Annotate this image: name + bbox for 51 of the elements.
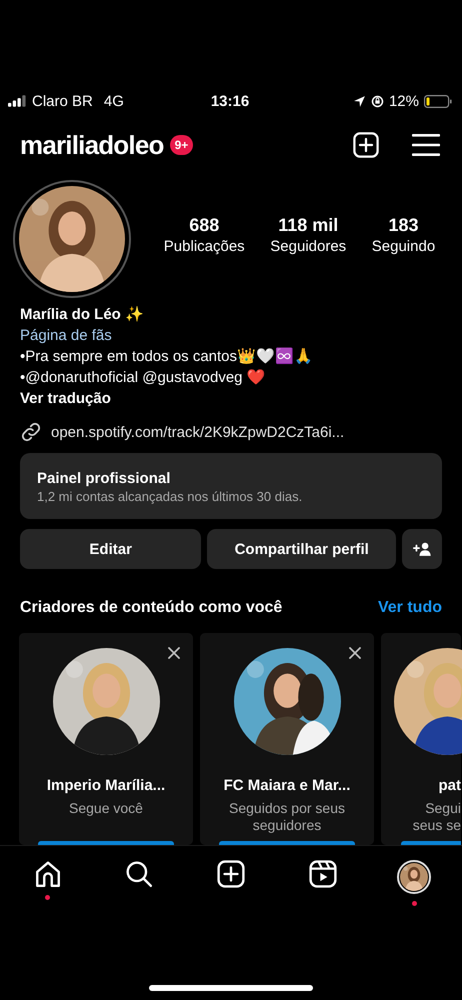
stat-count: 688	[189, 215, 220, 236]
dashboard-subtitle: 1,2 mi contas alcançadas nos últimos 30 dias.	[37, 489, 304, 504]
add-person-button[interactable]	[402, 529, 442, 569]
suggestion-card[interactable]: pat Segui seus se	[381, 633, 461, 845]
notification-badge: 9+	[170, 135, 194, 155]
account-name: Imperio Marília...	[46, 777, 166, 794]
close-icon[interactable]	[349, 647, 361, 659]
see-all-link[interactable]: Ver tudo	[378, 599, 442, 617]
add-icon[interactable]	[216, 860, 245, 888]
profile-tab[interactable]	[397, 860, 432, 894]
stat-label: Seguindo	[372, 238, 436, 255]
account-name: pat	[438, 777, 461, 794]
account-note: Segue você	[69, 800, 143, 818]
dashboard-title: Painel profissional	[37, 470, 172, 487]
status-time: 13:16	[210, 92, 250, 110]
translate-link[interactable]: Ver tradução	[20, 388, 442, 409]
reels-icon[interactable]	[308, 860, 337, 888]
account-note: Segui seus se	[412, 800, 461, 835]
link-icon	[20, 421, 42, 443]
profile-link[interactable]: open.spotify.com/track/2K9kZpwD2CzTa6i...	[51, 422, 344, 442]
share-profile-button[interactable]: Compartilhar perfil	[207, 529, 396, 569]
search-icon[interactable]	[125, 860, 154, 888]
location-icon	[352, 94, 366, 108]
profile-avatar[interactable]	[13, 180, 131, 298]
stat-label: Seguidores	[270, 238, 346, 255]
stat-count: 183	[388, 215, 418, 236]
stat-count: 118 mil	[278, 215, 338, 236]
carrier-name: Claro BR	[32, 92, 93, 110]
profile-name: Marília do Léo ✨	[20, 305, 146, 325]
section-title: Criadores de conteúdo como você	[20, 599, 282, 617]
menu-icon[interactable]	[412, 132, 440, 158]
network-type: 4G	[104, 92, 124, 110]
rotation-lock-icon	[370, 94, 384, 108]
close-icon[interactable]	[168, 647, 180, 659]
username[interactable]: mariliadoleo	[20, 130, 164, 160]
home-icon[interactable]	[34, 860, 62, 888]
battery-icon	[424, 94, 452, 108]
profile-category: Página de fãs	[20, 326, 113, 346]
add-person-icon	[412, 542, 432, 556]
battery-percent: 12%	[388, 92, 419, 110]
stat-label: Publicações	[164, 238, 245, 255]
bio-text: •Pra sempre em todos os cantos👑🤍♾🙏	[20, 346, 314, 367]
suggestion-card[interactable]: FC Maiara e Mar... Seguidos por seus seguidores	[200, 633, 374, 845]
suggestion-card[interactable]: Imperio Marília... Segue você	[19, 633, 193, 845]
account-name: FC Maiara e Mar...	[224, 777, 350, 794]
edit-profile-button[interactable]: Editar	[20, 529, 202, 569]
bio-text: •@donaruthoficial @gustavodveg ❤	[20, 368, 267, 388]
account-note: Seguidos por seus seguidores	[228, 800, 346, 835]
add-icon[interactable]	[352, 132, 380, 158]
dashboard-card[interactable]: Painel profissional 1,2 mi contas alcançadas nos últimos 30 dias.	[20, 453, 442, 519]
signal-icon	[8, 95, 27, 107]
